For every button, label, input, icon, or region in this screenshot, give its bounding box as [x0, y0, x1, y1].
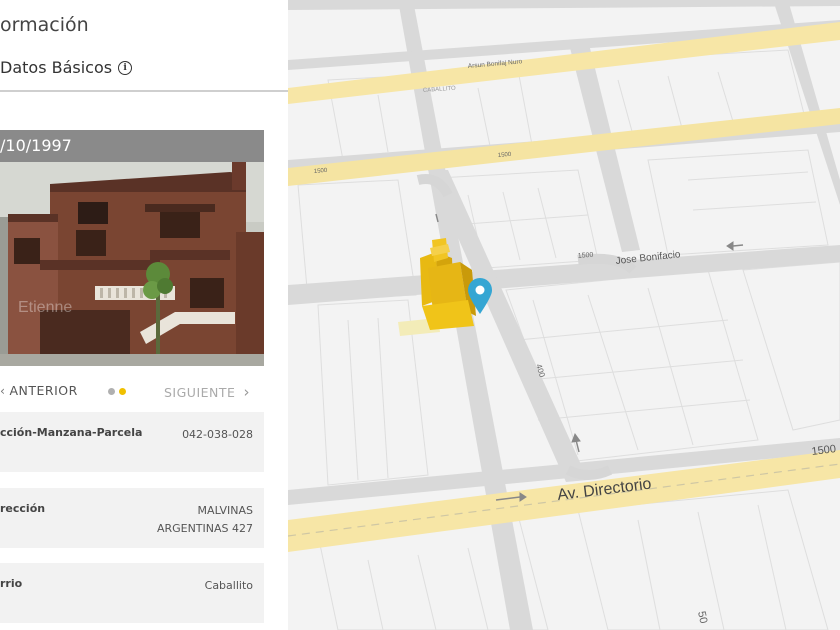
chevron-right-icon: ›: [243, 383, 250, 401]
photo-carousel: ‹ ANTERIOR SIGUIENTE ›: [0, 376, 264, 404]
info-card-direccion: rección MALVINAS ARGENTINAS 427: [0, 488, 264, 548]
barrio-value: Caballito: [204, 579, 253, 592]
previous-button[interactable]: ‹ ANTERIOR: [0, 383, 78, 398]
parcela-value: 042-038-028: [182, 428, 253, 441]
street-number-1500-b: 1500: [498, 152, 512, 159]
photo-watermark: Etienne: [18, 299, 72, 316]
direccion-value-line1: MALVINAS: [197, 504, 253, 517]
direccion-value: MALVINAS ARGENTINAS 427: [157, 502, 253, 538]
info-panel: ormación Datos Básicos i /10/1997 Etienn…: [0, 0, 289, 630]
info-card-parcela: cción-Manzana-Parcela 042-038-028: [0, 412, 264, 472]
barrio-label: rrio: [0, 577, 23, 590]
panel-title: ormación: [0, 14, 89, 36]
tab-datos-basicos-label: Datos Básicos: [0, 58, 113, 77]
jose-bonifacio-number: 1500: [578, 252, 594, 260]
chevron-left-icon: ‹: [0, 383, 6, 398]
info-card-barrio: rrio Caballito: [0, 563, 264, 623]
info-icon[interactable]: i: [118, 60, 133, 75]
building-photo-image: Etienne: [0, 162, 264, 366]
previous-label: ANTERIOR: [9, 383, 78, 398]
street-number-50: 50: [695, 610, 709, 624]
next-button[interactable]: SIGUIENTE ›: [164, 383, 250, 401]
photo-date-bar: /10/1997: [0, 130, 264, 162]
street-number-1500-a: 1500: [314, 168, 328, 175]
tab-divider: [0, 90, 288, 92]
parcela-label: cción-Manzana-Parcela: [0, 426, 143, 439]
tab-datos-basicos[interactable]: Datos Básicos i: [0, 58, 133, 77]
photo-date: /10/1997: [0, 136, 72, 155]
direccion-value-line2: ARGENTINAS 427: [156, 522, 253, 535]
direccion-label: rección: [0, 502, 46, 515]
next-label: SIGUIENTE: [164, 385, 236, 400]
map-canvas[interactable]: Av. Directorio 1500 Jose Bonifacio 1500 …: [288, 0, 840, 630]
building-photo: Etienne: [0, 162, 264, 366]
carousel-dot-1[interactable]: [108, 388, 115, 395]
map-view[interactable]: Av. Directorio 1500 Jose Bonifacio 1500 …: [288, 0, 840, 630]
carousel-dot-2[interactable]: [119, 388, 126, 395]
carousel-dots: [108, 388, 126, 395]
